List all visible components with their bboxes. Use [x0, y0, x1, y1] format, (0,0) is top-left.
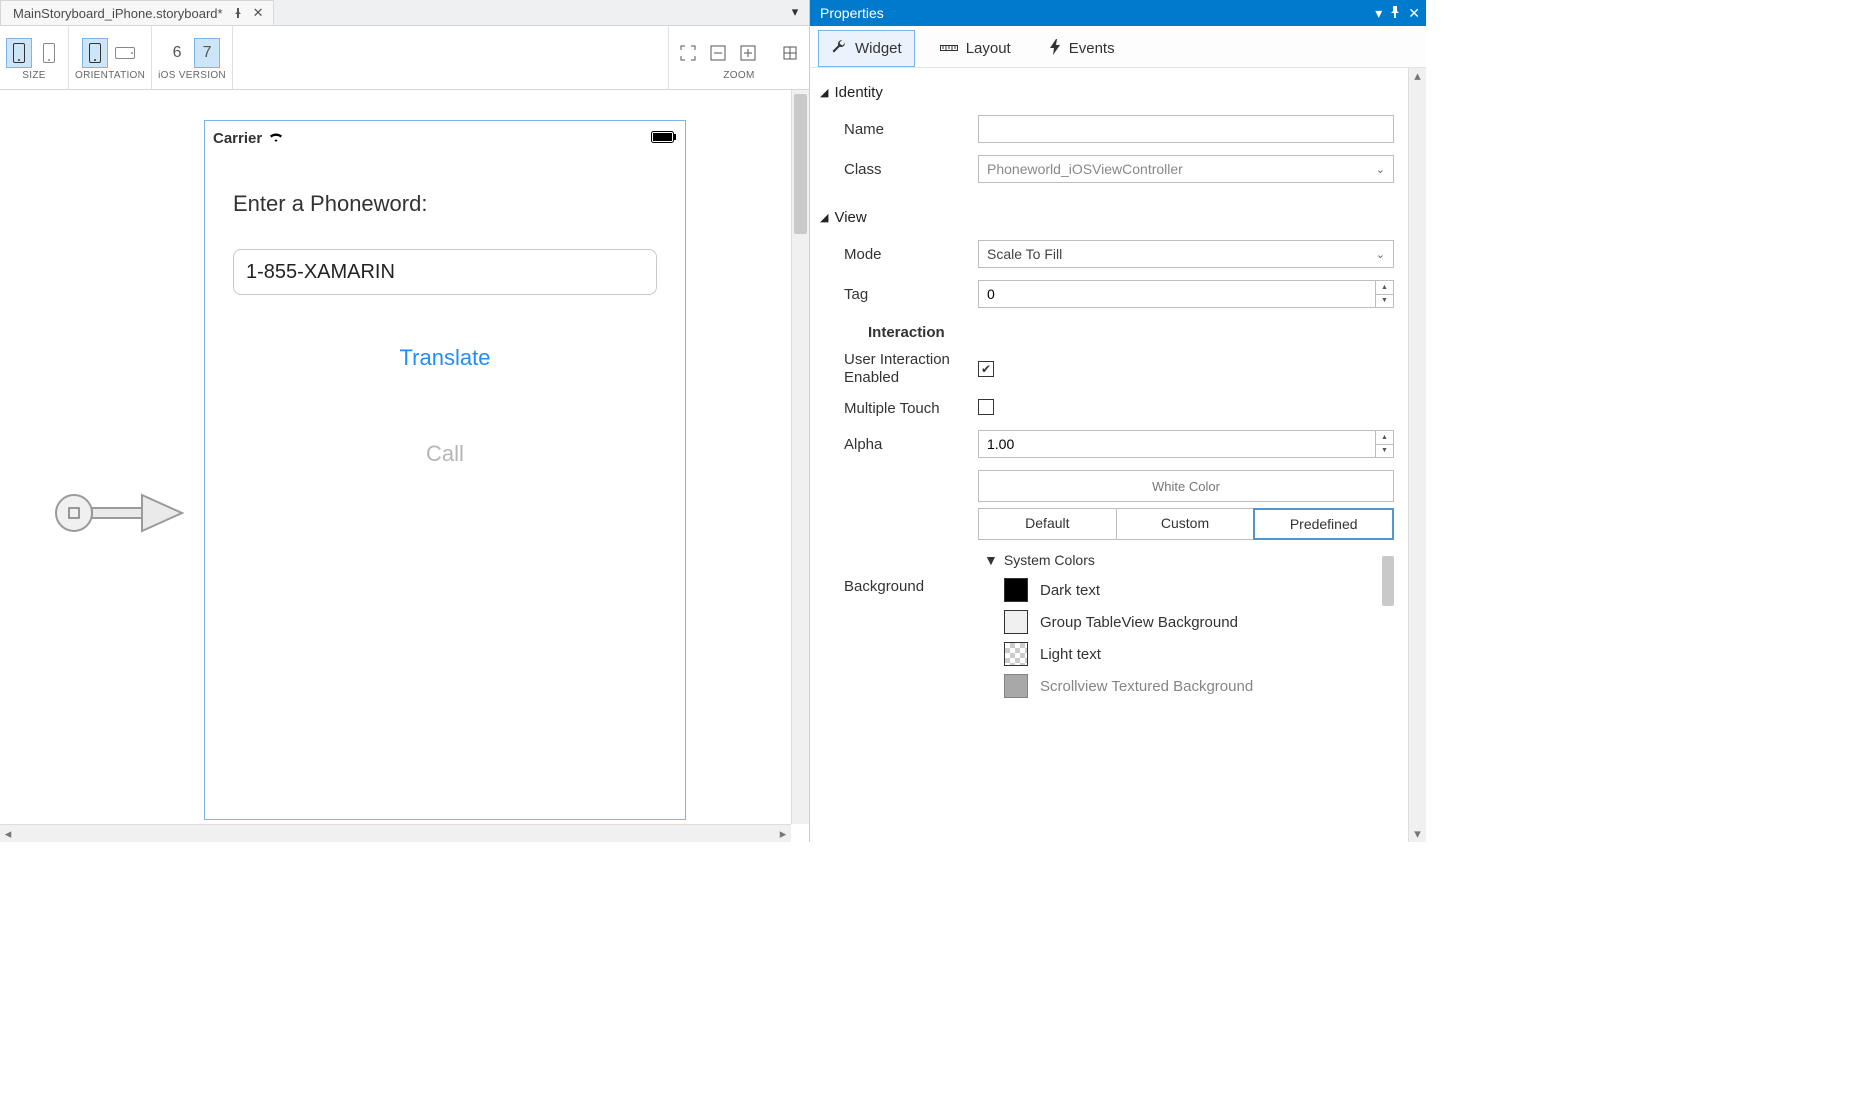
- ruler-icon: [940, 40, 958, 57]
- close-icon[interactable]: ✕: [253, 5, 264, 21]
- tab-events[interactable]: Events: [1036, 30, 1128, 67]
- color-list-scrollbar[interactable]: [1382, 556, 1394, 606]
- user-interaction-checkbox[interactable]: ✔: [978, 361, 994, 377]
- alpha-stepper[interactable]: ▲▼: [978, 430, 1394, 458]
- collapse-icon: ◢: [820, 86, 828, 99]
- ios-version-label: iOS VERSION: [158, 70, 226, 81]
- expand-icon: ▼: [984, 552, 998, 568]
- orientation-label: ORIENTATION: [75, 70, 145, 81]
- zoom-fit-button[interactable]: [675, 38, 701, 68]
- stepper-down-icon[interactable]: ▼: [1376, 295, 1393, 308]
- color-swatch: [1004, 674, 1028, 698]
- color-item[interactable]: Light text: [978, 638, 1368, 670]
- properties-tabs: Widget Layout Events: [810, 26, 1426, 68]
- carrier-label: Carrier: [213, 130, 262, 147]
- stepper-up-icon[interactable]: ▲: [1376, 431, 1393, 445]
- size-group: SIZE: [0, 26, 69, 89]
- interaction-header: Interaction: [818, 314, 1418, 345]
- stepper-up-icon[interactable]: ▲: [1376, 281, 1393, 295]
- color-swatch: [1004, 578, 1028, 602]
- orientation-group: ORIENTATION: [69, 26, 152, 89]
- view-controller-frame[interactable]: Carrier Enter a Phoneword: Translate Cal…: [204, 120, 686, 820]
- chevron-down-icon: ⌄: [1376, 163, 1385, 176]
- designer-panel: MainStoryboard_iPhone.storyboard* ✕ ▾ SI…: [0, 0, 810, 842]
- background-mode-tabs: Default Custom Predefined: [978, 508, 1394, 540]
- chevron-down-icon: ⌄: [1376, 248, 1385, 261]
- zoom-out-button[interactable]: [705, 38, 731, 68]
- color-list: ▼ System Colors Dark text Group TableVie…: [978, 548, 1394, 702]
- ios6-button[interactable]: 6: [164, 38, 190, 68]
- document-tab[interactable]: MainStoryboard_iPhone.storyboard* ✕: [0, 0, 274, 25]
- tab-dropdown-icon[interactable]: ▾: [787, 4, 803, 20]
- bg-tab-predefined[interactable]: Predefined: [1253, 508, 1394, 540]
- view-section-header[interactable]: ◢ View: [818, 203, 1418, 234]
- alpha-label: Alpha: [818, 436, 978, 453]
- storyboard-entry-point-icon[interactable]: [52, 485, 192, 544]
- ios7-button[interactable]: 7: [194, 38, 220, 68]
- status-bar: Carrier: [205, 121, 685, 151]
- panel-pin-icon[interactable]: [1390, 5, 1400, 22]
- color-swatch: [1004, 610, 1028, 634]
- panel-close-icon[interactable]: ✕: [1408, 5, 1420, 22]
- bg-tab-default[interactable]: Default: [979, 509, 1117, 539]
- zoom-group: ZOOM: [668, 26, 809, 89]
- user-interaction-label: User Interaction Enabled: [818, 351, 978, 387]
- document-tab-title: MainStoryboard_iPhone.storyboard*: [13, 6, 223, 21]
- color-swatch: [1004, 642, 1028, 666]
- horizontal-scrollbar[interactable]: ◂▸: [0, 824, 791, 842]
- lightning-icon: [1049, 39, 1061, 59]
- translate-button[interactable]: Translate: [233, 345, 657, 371]
- size-ipad-button[interactable]: [36, 38, 62, 68]
- tag-stepper[interactable]: ▲▼: [978, 280, 1394, 308]
- zoom-label: ZOOM: [723, 70, 754, 81]
- designer-canvas[interactable]: Carrier Enter a Phoneword: Translate Cal…: [0, 90, 809, 842]
- class-label: Class: [818, 161, 978, 178]
- call-button[interactable]: Call: [233, 441, 657, 467]
- color-item[interactable]: Group TableView Background: [978, 606, 1368, 638]
- identity-section-header[interactable]: ◢ Identity: [818, 78, 1418, 109]
- designer-toolbar: SIZE ORIENTATION 6 7 iOS VERSION: [0, 26, 809, 90]
- stepper-down-icon[interactable]: ▼: [1376, 445, 1393, 458]
- vertical-scrollbar[interactable]: [791, 90, 809, 824]
- tag-input[interactable]: [978, 280, 1376, 308]
- bg-tab-custom[interactable]: Custom: [1117, 509, 1255, 539]
- color-item[interactable]: Dark text: [978, 574, 1368, 606]
- size-label: SIZE: [22, 70, 45, 81]
- background-label: Background: [818, 578, 978, 595]
- zoom-in-button[interactable]: [735, 38, 761, 68]
- constraints-button[interactable]: [777, 38, 803, 68]
- orientation-portrait-button[interactable]: [82, 38, 108, 68]
- tab-layout[interactable]: Layout: [927, 30, 1024, 67]
- size-iphone-button[interactable]: [6, 38, 32, 68]
- class-select[interactable]: Phoneworld_iOSViewController ⌄: [978, 155, 1394, 183]
- color-item[interactable]: Scrollview Textured Background: [978, 670, 1368, 702]
- wrench-icon: [831, 39, 847, 59]
- mode-label: Mode: [818, 246, 978, 263]
- mode-select[interactable]: Scale To Fill ⌄: [978, 240, 1394, 268]
- collapse-icon: ◢: [820, 211, 828, 224]
- document-tab-strip: MainStoryboard_iPhone.storyboard* ✕ ▾: [0, 0, 809, 26]
- multiple-touch-label: Multiple Touch: [818, 400, 978, 417]
- wifi-icon: [268, 130, 284, 147]
- panel-dropdown-icon[interactable]: ▾: [1375, 5, 1382, 22]
- name-label: Name: [818, 121, 978, 138]
- alpha-input[interactable]: [978, 430, 1376, 458]
- name-input[interactable]: [978, 115, 1394, 143]
- multiple-touch-checkbox[interactable]: [978, 399, 994, 415]
- orientation-landscape-button[interactable]: [112, 38, 138, 68]
- properties-content: ◢ Identity Name Class Phoneworld_iOSView…: [810, 68, 1426, 842]
- heading-label: Enter a Phoneword:: [233, 191, 657, 217]
- background-color-display[interactable]: White Color: [978, 470, 1394, 502]
- properties-scrollbar[interactable]: ▴ ▾: [1408, 68, 1426, 842]
- properties-title: Properties: [820, 5, 884, 21]
- properties-title-bar[interactable]: Properties ▾ ✕: [810, 0, 1426, 26]
- ios-version-group: 6 7 iOS VERSION: [152, 26, 233, 89]
- phoneword-textfield[interactable]: [233, 249, 657, 295]
- tab-widget[interactable]: Widget: [818, 30, 915, 67]
- properties-panel: Properties ▾ ✕ Widget Layout Events: [810, 0, 1426, 842]
- pin-icon[interactable]: [233, 6, 243, 21]
- battery-icon: [651, 130, 677, 147]
- tag-label: Tag: [818, 286, 978, 303]
- system-colors-group[interactable]: ▼ System Colors: [978, 548, 1368, 574]
